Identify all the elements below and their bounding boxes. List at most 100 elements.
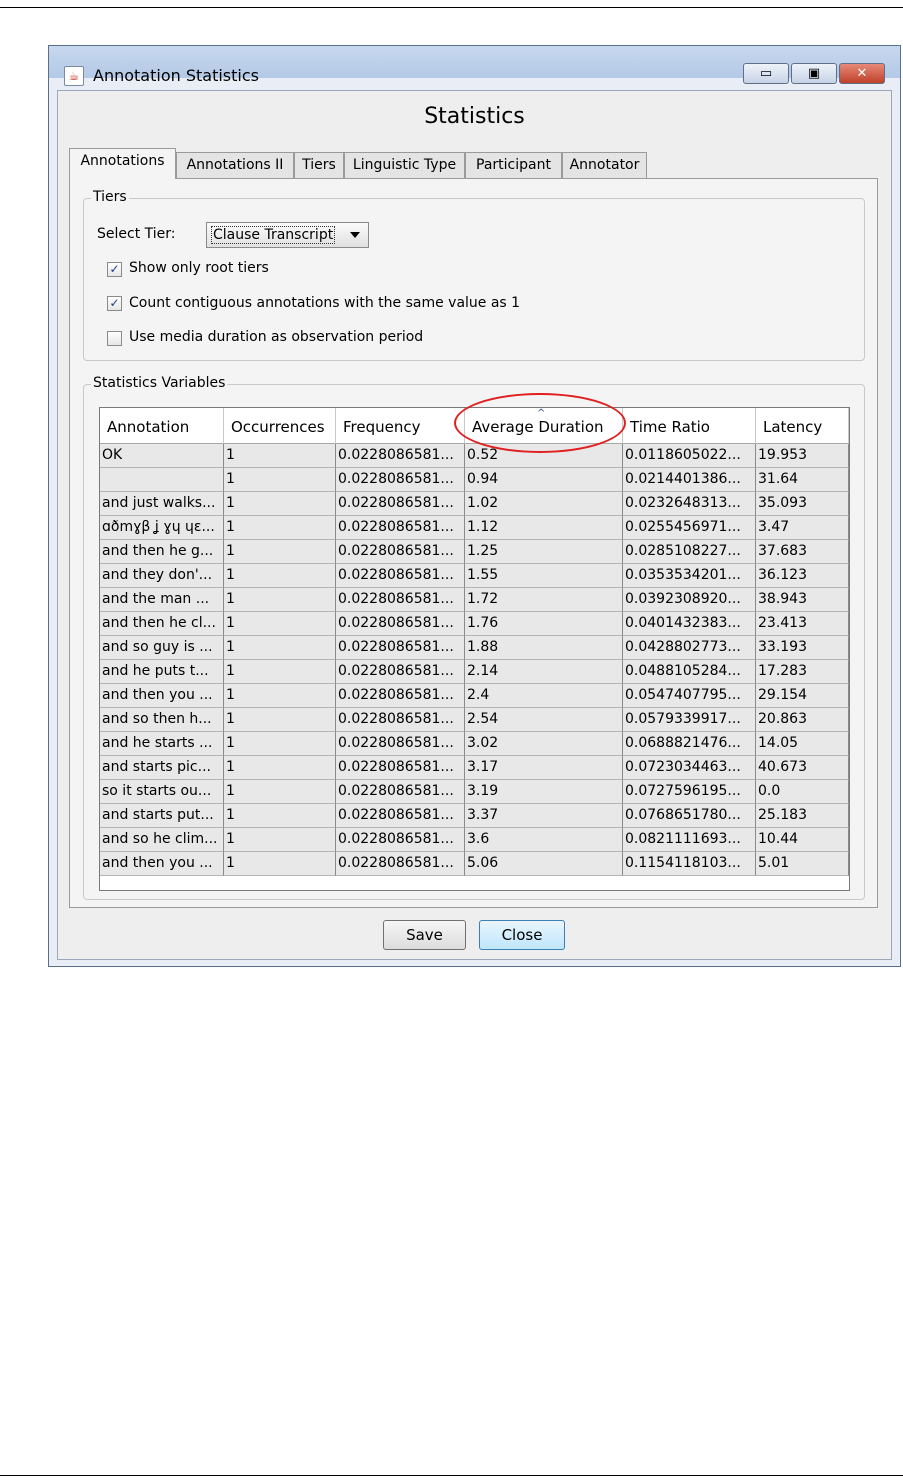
cell-average-duration[interactable]: 5.06 (465, 852, 623, 876)
cell-latency[interactable]: 25.183 (756, 804, 849, 828)
cell-annotation[interactable]: and starts put... (100, 804, 224, 828)
cell-occurrences[interactable]: 1 (224, 516, 336, 540)
cell-time-ratio[interactable]: 0.0353534201... (623, 564, 756, 588)
cell-occurrences[interactable]: 1 (224, 828, 336, 852)
cell-annotation[interactable]: and so he clim... (100, 828, 224, 852)
tab-participant[interactable]: Participant (465, 152, 562, 178)
close-button[interactable]: Close (479, 920, 565, 950)
column-header-occurrences[interactable]: Occurrences (224, 408, 336, 444)
cell-average-duration[interactable]: 1.76 (465, 612, 623, 636)
cell-latency[interactable]: 36.123 (756, 564, 849, 588)
cell-average-duration[interactable]: 3.02 (465, 732, 623, 756)
cell-latency[interactable]: 40.673 (756, 756, 849, 780)
cell-average-duration[interactable]: 2.54 (465, 708, 623, 732)
cell-average-duration[interactable]: 1.12 (465, 516, 623, 540)
cell-latency[interactable]: 35.093 (756, 492, 849, 516)
tab-annotator[interactable]: Annotator (562, 152, 647, 178)
cell-latency[interactable]: 0.0 (756, 780, 849, 804)
cell-annotation[interactable]: so it starts ou... (100, 780, 224, 804)
cell-frequency[interactable]: 0.0228086581... (336, 660, 465, 684)
cell-frequency[interactable]: 0.0228086581... (336, 684, 465, 708)
column-header-time-ratio[interactable]: Time Ratio (623, 408, 756, 444)
cell-time-ratio[interactable]: 0.0118605022... (623, 444, 756, 468)
cell-time-ratio[interactable]: 0.1154118103... (623, 852, 756, 876)
cell-annotation[interactable]: and then he g... (100, 540, 224, 564)
cell-annotation[interactable]: and then you ... (100, 684, 224, 708)
cell-latency[interactable]: 29.154 (756, 684, 849, 708)
show-only-root-tiers-checkbox[interactable]: ✓ (107, 262, 122, 277)
cell-average-duration[interactable]: 1.02 (465, 492, 623, 516)
column-header-frequency[interactable]: Frequency (336, 408, 465, 444)
cell-latency[interactable]: 38.943 (756, 588, 849, 612)
cell-occurrences[interactable]: 1 (224, 612, 336, 636)
cell-time-ratio[interactable]: 0.0547407795... (623, 684, 756, 708)
count-contiguous-checkbox[interactable]: ✓ (107, 296, 122, 311)
cell-frequency[interactable]: 0.0228086581... (336, 756, 465, 780)
cell-average-duration[interactable]: 2.14 (465, 660, 623, 684)
cell-occurrences[interactable]: 1 (224, 468, 336, 492)
column-header-annotation[interactable]: Annotation (100, 408, 224, 444)
cell-occurrences[interactable]: 1 (224, 444, 336, 468)
tab-tiers[interactable]: Tiers (294, 152, 344, 178)
cell-annotation[interactable]: and starts pic... (100, 756, 224, 780)
cell-time-ratio[interactable]: 0.0392308920... (623, 588, 756, 612)
cell-average-duration[interactable]: 1.72 (465, 588, 623, 612)
cell-annotation[interactable] (100, 468, 224, 492)
close-window-button[interactable]: ✕ (839, 63, 885, 84)
cell-average-duration[interactable]: 3.37 (465, 804, 623, 828)
cell-annotation[interactable]: and so guy is ... (100, 636, 224, 660)
cell-average-duration[interactable]: 0.52 (465, 444, 623, 468)
cell-occurrences[interactable]: 1 (224, 588, 336, 612)
tier-select-dropdown[interactable]: Clause Transcript (206, 222, 369, 248)
cell-latency[interactable]: 14.05 (756, 732, 849, 756)
cell-latency[interactable]: 37.683 (756, 540, 849, 564)
cell-frequency[interactable]: 0.0228086581... (336, 828, 465, 852)
cell-time-ratio[interactable]: 0.0821111693... (623, 828, 756, 852)
cell-latency[interactable]: 33.193 (756, 636, 849, 660)
cell-latency[interactable]: 19.953 (756, 444, 849, 468)
cell-annotation[interactable]: and then you ... (100, 852, 224, 876)
cell-frequency[interactable]: 0.0228086581... (336, 612, 465, 636)
cell-occurrences[interactable]: 1 (224, 732, 336, 756)
cell-frequency[interactable]: 0.0228086581... (336, 468, 465, 492)
cell-average-duration[interactable]: 1.55 (465, 564, 623, 588)
cell-latency[interactable]: 3.47 (756, 516, 849, 540)
cell-frequency[interactable]: 0.0228086581... (336, 516, 465, 540)
cell-time-ratio[interactable]: 0.0285108227... (623, 540, 756, 564)
cell-time-ratio[interactable]: 0.0727596195... (623, 780, 756, 804)
column-header-latency[interactable]: Latency (756, 408, 849, 444)
cell-occurrences[interactable]: 1 (224, 636, 336, 660)
cell-time-ratio[interactable]: 0.0214401386... (623, 468, 756, 492)
cell-occurrences[interactable]: 1 (224, 564, 336, 588)
cell-annotation[interactable]: ɑðmɣβ ʝ ɣɥ ɥɛ... (100, 516, 224, 540)
cell-annotation[interactable]: and they don'... (100, 564, 224, 588)
maximize-button[interactable]: ▣ (791, 63, 837, 84)
cell-annotation[interactable]: and so then h... (100, 708, 224, 732)
cell-average-duration[interactable]: 3.19 (465, 780, 623, 804)
cell-occurrences[interactable]: 1 (224, 540, 336, 564)
use-media-duration-checkbox[interactable] (107, 331, 122, 346)
cell-frequency[interactable]: 0.0228086581... (336, 564, 465, 588)
cell-occurrences[interactable]: 1 (224, 708, 336, 732)
cell-latency[interactable]: 17.283 (756, 660, 849, 684)
cell-frequency[interactable]: 0.0228086581... (336, 492, 465, 516)
cell-annotation[interactable]: and just walks... (100, 492, 224, 516)
cell-occurrences[interactable]: 1 (224, 660, 336, 684)
tab-annotations[interactable]: Annotations (69, 148, 176, 179)
tab-annotations-ii[interactable]: Annotations II (176, 152, 294, 178)
cell-annotation[interactable]: and the man ... (100, 588, 224, 612)
cell-frequency[interactable]: 0.0228086581... (336, 852, 465, 876)
cell-time-ratio[interactable]: 0.0488105284... (623, 660, 756, 684)
cell-frequency[interactable]: 0.0228086581... (336, 540, 465, 564)
cell-frequency[interactable]: 0.0228086581... (336, 588, 465, 612)
cell-average-duration[interactable]: 1.25 (465, 540, 623, 564)
cell-annotation[interactable]: and he starts ... (100, 732, 224, 756)
cell-time-ratio[interactable]: 0.0232648313... (623, 492, 756, 516)
cell-time-ratio[interactable]: 0.0688821476... (623, 732, 756, 756)
cell-frequency[interactable]: 0.0228086581... (336, 444, 465, 468)
cell-occurrences[interactable]: 1 (224, 780, 336, 804)
cell-average-duration[interactable]: 2.4 (465, 684, 623, 708)
cell-latency[interactable]: 20.863 (756, 708, 849, 732)
save-button[interactable]: Save (383, 920, 466, 950)
cell-time-ratio[interactable]: 0.0768651780... (623, 804, 756, 828)
